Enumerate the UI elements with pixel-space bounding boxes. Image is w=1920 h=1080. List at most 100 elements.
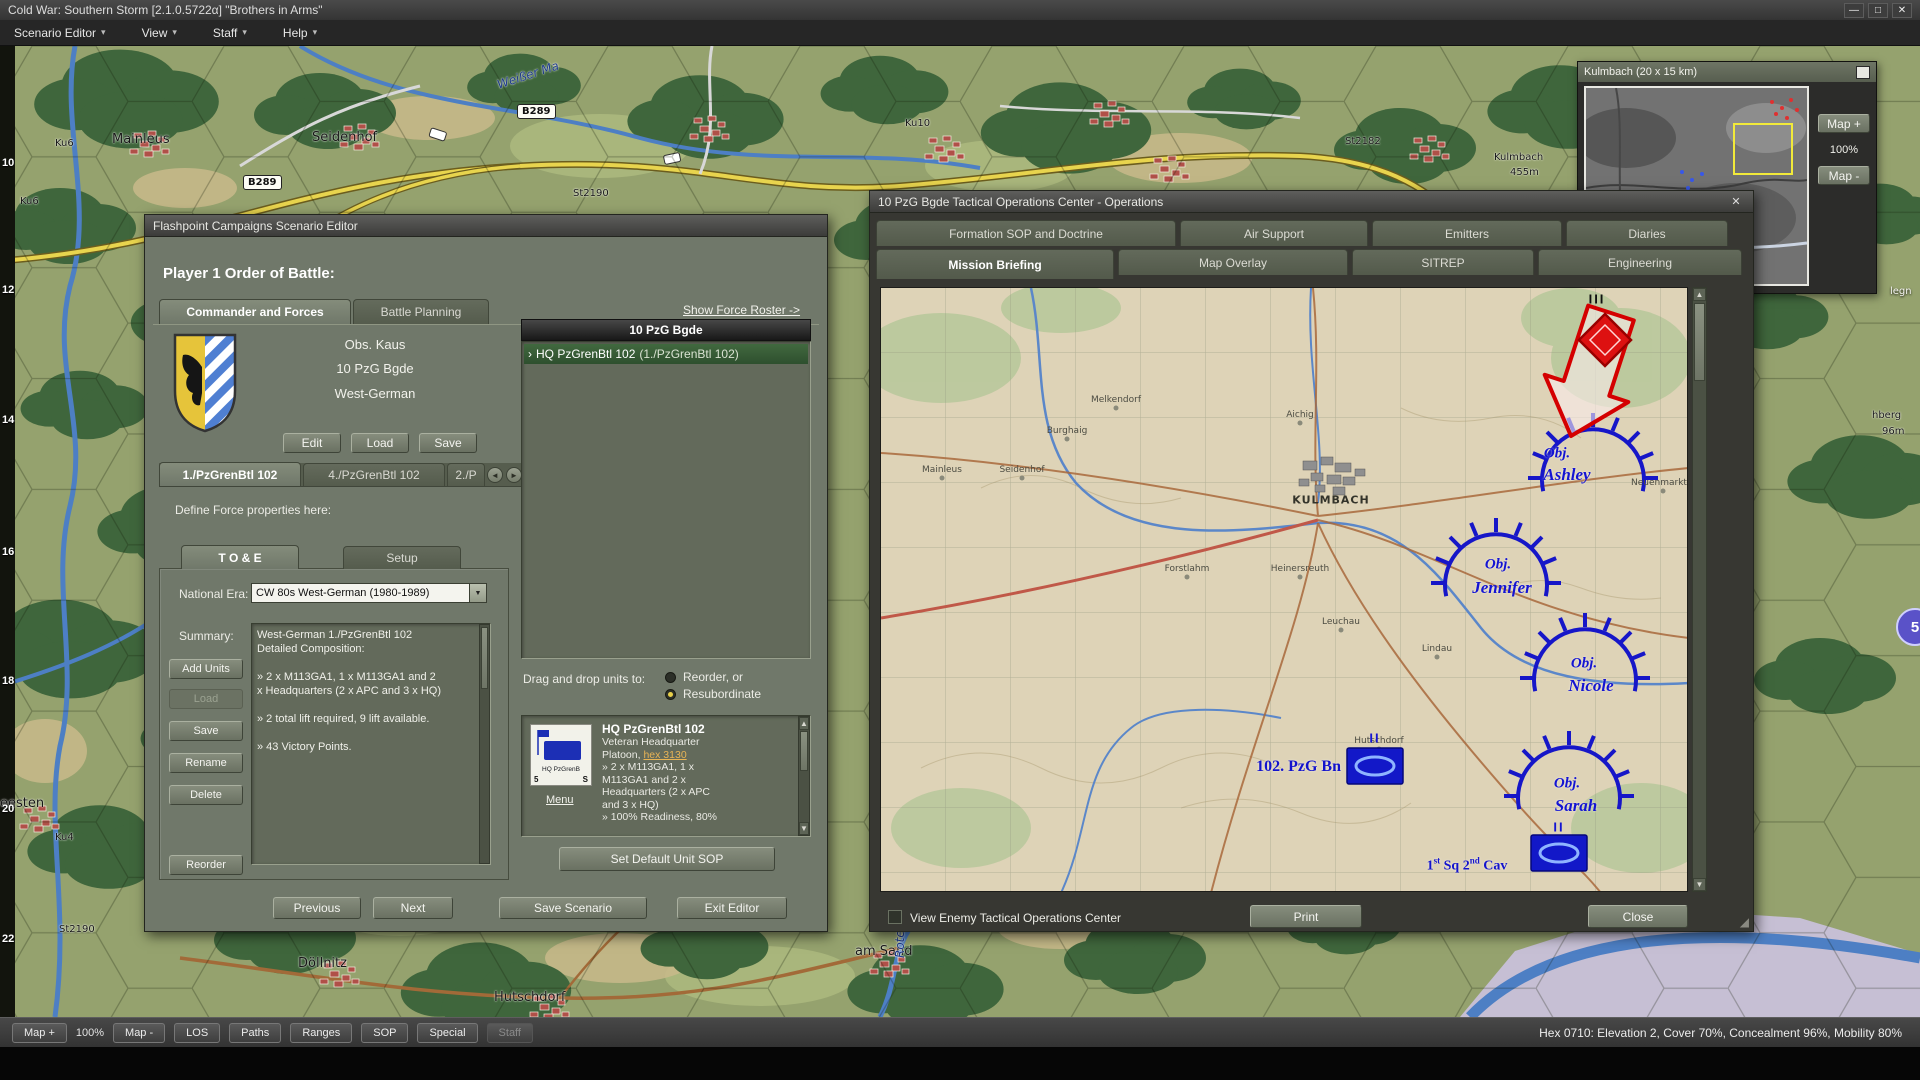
rename-button[interactable]: Rename — [169, 753, 243, 773]
add-units-button[interactable]: Add Units — [169, 659, 243, 679]
tab-scroll-left-icon[interactable]: ◄ — [487, 467, 503, 483]
toc-town-lindau: Lindau — [1422, 644, 1452, 654]
tab-mission-briefing[interactable]: Mission Briefing — [876, 249, 1114, 279]
tab-toe[interactable]: T O & E — [181, 545, 299, 569]
hex-link[interactable]: hex 3130 — [643, 749, 686, 761]
tab-map-overlay[interactable]: Map Overlay — [1118, 249, 1348, 275]
tab-air-support[interactable]: Air Support — [1180, 220, 1368, 246]
hex-row-number: 12 — [2, 284, 14, 296]
radio-reorder-label[interactable]: Reorder, or — [683, 670, 743, 684]
close-icon[interactable]: ✕ — [1727, 194, 1745, 209]
toc-town-forstlahm: Forstlahm — [1165, 564, 1210, 574]
map-label-seidenhof: Seidenhof — [312, 130, 377, 145]
save-commander-button[interactable]: Save — [419, 433, 477, 453]
tab-battle-planning[interactable]: Battle Planning — [353, 299, 489, 324]
briefing-map[interactable]: KULMBACH Melkendorf Mainleus Seidenhof B… — [880, 287, 1688, 892]
toc-titlebar[interactable]: 10 PzG Bgde Tactical Operations Center -… — [870, 191, 1753, 213]
scroll-down-icon[interactable]: ▼ — [799, 822, 809, 835]
toc-window: 10 PzG Bgde Tactical Operations Center -… — [869, 190, 1754, 932]
unit-detail-box: HQ PzGrenB 5 S Menu HQ PzGrenBtl 102 Vet… — [521, 715, 811, 837]
tab-commander-and-forces[interactable]: Commander and Forces — [159, 299, 351, 324]
unit-detail-scrollbar[interactable]: ▲ ▼ — [798, 716, 810, 836]
objective-label: Obj. — [1485, 557, 1511, 574]
tab-setup[interactable]: Setup — [343, 546, 461, 569]
ranges-button[interactable]: Ranges — [290, 1023, 352, 1043]
set-default-unit-sop-button[interactable]: Set Default Unit SOP — [559, 847, 775, 871]
minimap-zoom-in-button[interactable]: Map + — [1818, 114, 1870, 133]
close-button[interactable]: ✕ — [1892, 3, 1912, 18]
toc-map-scrollbar[interactable]: ▲ ▼ — [1692, 287, 1707, 892]
window-titlebar[interactable]: Cold War: Southern Storm [2.1.0.5722α] "… — [0, 0, 1920, 20]
force-tab-3[interactable]: 2./P — [447, 463, 485, 486]
tab-engineering[interactable]: Engineering — [1538, 249, 1742, 275]
edit-commander-button[interactable]: Edit — [283, 433, 341, 453]
scenario-editor-titlebar[interactable]: Flashpoint Campaigns Scenario Editor — [145, 215, 827, 237]
chevron-down-icon[interactable]: ▼ — [469, 584, 486, 602]
unit-102-label: 102. PzG Bn — [1203, 758, 1341, 776]
tab-formation-sop[interactable]: Formation SOP and Doctrine — [876, 220, 1176, 246]
load-commander-button[interactable]: Load — [351, 433, 409, 453]
map-label-ku6: Ku6 — [20, 196, 39, 207]
tab-emitters[interactable]: Emitters — [1372, 220, 1562, 246]
zoom-level: 100% — [76, 1027, 104, 1039]
expand-arrow-icon[interactable]: › — [528, 347, 532, 361]
minimap-zoom-out-button[interactable]: Map - — [1818, 166, 1870, 185]
national-era-label: National Era: — [179, 587, 248, 601]
special-button[interactable]: Special — [417, 1023, 477, 1043]
force-tab-1[interactable]: 1./PzGrenBtl 102 — [159, 462, 301, 486]
map-zoom-in-button[interactable]: Map + — [12, 1023, 67, 1043]
save-scenario-button[interactable]: Save Scenario — [499, 897, 647, 919]
chevron-down-icon: ▾ — [101, 27, 106, 38]
resize-grip-icon[interactable]: ◢ — [1740, 915, 1749, 929]
force-tab-2[interactable]: 4./PzGrenBtl 102 — [303, 463, 445, 486]
scrollbar-thumb[interactable] — [1694, 303, 1705, 381]
minimize-button[interactable]: — — [1844, 3, 1864, 18]
radio-reorder[interactable] — [665, 672, 676, 683]
scroll-down-icon[interactable]: ▼ — [1693, 878, 1706, 891]
minimap-titlebar[interactable]: Kulmbach (20 x 15 km) — [1578, 62, 1876, 82]
scroll-up-icon[interactable]: ▲ — [1693, 288, 1706, 301]
close-toc-button[interactable]: Close — [1588, 905, 1688, 928]
tab-diaries[interactable]: Diaries — [1566, 220, 1728, 246]
show-force-roster-link[interactable]: Show Force Roster -> — [683, 303, 800, 317]
load-force-button[interactable]: Load — [169, 689, 243, 709]
delete-button[interactable]: Delete — [169, 785, 243, 805]
tab-scroll-right-icon[interactable]: ► — [506, 467, 522, 483]
menu-staff[interactable]: Staff▾ — [213, 26, 247, 40]
print-button[interactable]: Print — [1250, 905, 1362, 928]
map-zoom-out-button[interactable]: Map - — [113, 1023, 165, 1043]
radio-resubordinate[interactable] — [665, 689, 676, 700]
unit-counter-icon[interactable]: HQ PzGrenB 5 S — [530, 724, 592, 786]
hex-info: Hex 0710: Elevation 2, Cover 70%, Concea… — [1539, 1026, 1908, 1040]
los-button[interactable]: LOS — [174, 1023, 220, 1043]
hex-row-number: 16 — [2, 546, 14, 558]
national-era-dropdown[interactable]: CW 80s West-German (1980-1989) ▼ — [251, 583, 487, 603]
summary-scrollbar[interactable] — [479, 624, 490, 864]
toc-town-burghaig: Burghaig — [1047, 426, 1088, 436]
staff-button[interactable]: Staff — [487, 1023, 533, 1043]
menu-view[interactable]: View▾ — [142, 26, 177, 40]
save-force-button[interactable]: Save — [169, 721, 243, 741]
menu-help[interactable]: Help▾ — [283, 26, 317, 40]
maximize-button[interactable]: □ — [1868, 3, 1888, 18]
scrollbar-thumb[interactable] — [800, 731, 808, 771]
reorder-button[interactable]: Reorder — [169, 855, 243, 875]
road-shield-b289: B289 — [517, 104, 556, 119]
previous-button[interactable]: Previous — [273, 897, 361, 919]
exit-editor-button[interactable]: Exit Editor — [677, 897, 787, 919]
unit-menu-link[interactable]: Menu — [546, 794, 574, 806]
tab-sitrep[interactable]: SITREP — [1352, 249, 1534, 275]
map-label-hberg: hberg — [1872, 410, 1901, 421]
chevron-down-icon: ▾ — [242, 27, 247, 38]
view-enemy-toc-checkbox[interactable] — [888, 910, 902, 924]
sop-button[interactable]: SOP — [361, 1023, 408, 1043]
map-label-kulmbach-elevation: 455m — [1510, 167, 1539, 178]
paths-button[interactable]: Paths — [229, 1023, 281, 1043]
roster-item-hq[interactable]: › HQ PzGrenBtl 102 (1./PzGrenBtl 102) — [524, 344, 808, 364]
radio-resubordinate-label[interactable]: Resubordinate — [683, 687, 761, 701]
scrollbar-thumb[interactable] — [481, 627, 488, 689]
menu-scenario-editor[interactable]: Scenario Editor▾ — [14, 26, 106, 40]
minimap-popout-icon[interactable] — [1856, 66, 1870, 79]
next-button[interactable]: Next — [373, 897, 453, 919]
scroll-up-icon[interactable]: ▲ — [799, 717, 809, 730]
